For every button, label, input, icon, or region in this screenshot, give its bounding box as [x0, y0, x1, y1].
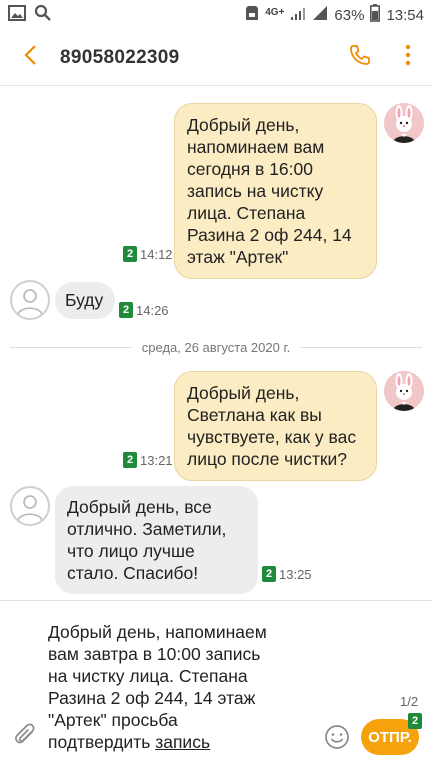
message-line: стало. Спасибо!: [67, 563, 199, 583]
sd-card-icon: [245, 5, 259, 25]
person-icon: [12, 289, 48, 318]
signal-icon: [312, 5, 328, 25]
outgoing-message[interactable]: Добрый день, Светлана как вы чувствуете,…: [174, 371, 377, 481]
sim-badge: 2: [123, 452, 137, 468]
status-time: 13:54: [386, 6, 424, 24]
message-line: Буду: [65, 290, 104, 310]
attach-icon: [14, 722, 38, 753]
my-avatar[interactable]: [384, 371, 424, 411]
send-button-label: ОТПР.: [368, 728, 412, 746]
emoji-icon: [324, 725, 350, 754]
message-meta: 2 14:26: [119, 302, 169, 318]
composer: Добрый день, напоминаем вам завтра в 10:…: [0, 600, 432, 768]
battery-icon: [370, 4, 381, 26]
call-button[interactable]: [336, 30, 384, 86]
input-line: Добрый день, напоминаем: [48, 622, 267, 642]
message-time: 13:21: [140, 452, 173, 468]
status-bar: 4G+ 63% 13:54: [0, 0, 432, 30]
spellcheck-underlined-word: запись: [155, 732, 211, 752]
back-arrow-icon: [23, 44, 37, 71]
more-options-button[interactable]: [384, 30, 432, 86]
message-line: лицо после чистки?: [187, 449, 347, 469]
incoming-message[interactable]: Буду: [55, 282, 115, 319]
message-line: Добрый день,: [187, 115, 300, 135]
bunny-icon: [384, 103, 424, 143]
message-line: напоминаем вам: [187, 137, 325, 157]
conversation-header: 89058022309: [0, 30, 432, 86]
message-time: 13:25: [279, 566, 312, 582]
message-line: Добрый день, все: [67, 497, 212, 517]
my-avatar[interactable]: [384, 103, 424, 143]
message-line: Светлана как вы: [187, 405, 322, 425]
input-line-last: подтвердить запись: [48, 731, 303, 753]
person-icon: [12, 495, 48, 524]
message-list[interactable]: Добрый день, напоминаем вам сегодня в 16…: [0, 86, 432, 600]
sim-badge: 2: [262, 566, 276, 582]
back-button[interactable]: [0, 30, 60, 86]
search-icon: [34, 4, 52, 26]
message-line: запись на чистку: [187, 181, 324, 201]
send-sim-badge: 2: [408, 713, 422, 729]
wifi-icon: [290, 5, 306, 25]
network-type: 4G+: [265, 6, 285, 18]
image-icon: [8, 5, 26, 25]
message-line: этаж "Артек": [187, 247, 289, 267]
contact-avatar[interactable]: [10, 280, 50, 320]
message-time: 14:26: [136, 302, 169, 318]
sim-badge: 2: [119, 302, 133, 318]
input-line: на чистку лица. Степана: [48, 666, 248, 686]
message-line: сегодня в 16:00: [187, 159, 313, 179]
input-line: вам завтра в 10:00 запись: [48, 644, 261, 664]
message-meta: 2 13:25: [262, 566, 312, 582]
message-meta: 2 13:21: [123, 452, 173, 468]
outgoing-message[interactable]: Добрый день, напоминаем вам сегодня в 16…: [174, 103, 377, 279]
message-time: 14:12: [140, 246, 173, 262]
message-line: чувствуете, как у вас: [187, 427, 357, 447]
contact-title: 89058022309: [60, 46, 180, 68]
message-input[interactable]: Добрый день, напоминаем вам завтра в 10:…: [48, 621, 303, 753]
bunny-icon: [384, 371, 424, 411]
message-line: лица. Степана: [187, 203, 306, 223]
message-line: Разина 2 оф 244, 14: [187, 225, 352, 245]
incoming-message[interactable]: Добрый день, все отлично. Заметили, что …: [55, 486, 258, 594]
contact-avatar[interactable]: [10, 486, 50, 526]
input-line-text: подтвердить: [48, 732, 156, 752]
message-line: что лицо лучше: [67, 541, 195, 561]
battery-percent: 63%: [334, 6, 365, 24]
input-line: Разина 2 оф 244, 14 этаж: [48, 688, 256, 708]
message-meta: 2 14:12: [123, 246, 173, 262]
message-line: отлично. Заметили,: [67, 519, 227, 539]
phone-icon: [348, 43, 372, 72]
date-separator-label: среда, 26 августа 2020 г.: [141, 340, 291, 355]
more-vert-icon: [405, 44, 411, 71]
date-separator: среда, 26 августа 2020 г.: [10, 340, 422, 355]
sms-page-count: 1/2: [400, 694, 419, 709]
emoji-button[interactable]: [324, 724, 350, 750]
sim-badge: 2: [123, 246, 137, 262]
attach-button[interactable]: [12, 723, 40, 751]
input-line: "Артек" просьба: [48, 710, 178, 730]
message-line: Добрый день,: [187, 383, 300, 403]
